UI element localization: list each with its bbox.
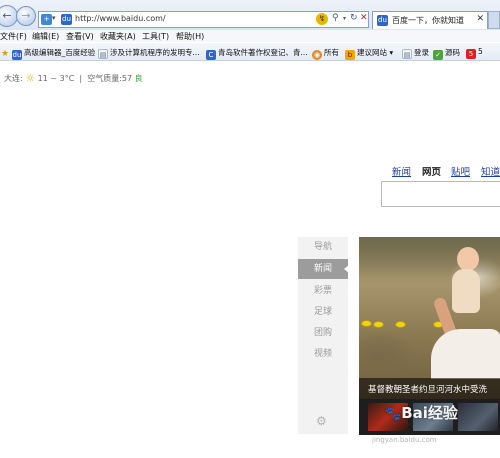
side-item-groupbuy[interactable]: 团购 bbox=[298, 323, 348, 343]
refresh-icon[interactable]: ↻ bbox=[350, 13, 358, 23]
new-tab-button[interactable] bbox=[488, 11, 500, 29]
favorite-label: 5 bbox=[478, 47, 483, 56]
side-item-nav[interactable]: 导航 bbox=[298, 237, 348, 257]
menu-bar: 文件(F) 编辑(E) 查看(V) 收藏夹(A) 工具(T) 帮助(H) bbox=[0, 30, 500, 42]
baidu-jingyan-watermark: 🐾Bai经验 bbox=[385, 402, 458, 423]
watermark-url: jingyan.baidu.com bbox=[372, 436, 437, 444]
baidu-favicon-icon: du bbox=[12, 50, 22, 60]
bing-icon: b bbox=[345, 50, 355, 60]
favorite-label: 所有 bbox=[324, 48, 339, 57]
weather-temp: 11 ~ 3°C bbox=[37, 74, 75, 83]
favorite-label: 源码 bbox=[445, 48, 460, 57]
security-icon[interactable]: + bbox=[41, 14, 52, 25]
child-figure bbox=[449, 247, 483, 327]
nav-web-link[interactable]: 网页 bbox=[422, 164, 441, 178]
aqi-level: 良 bbox=[134, 74, 143, 83]
nav-zhidao-link[interactable]: 知道 bbox=[481, 164, 500, 178]
favorite-link[interactable]: ✓ 源码 bbox=[433, 47, 460, 60]
check-icon: ✓ bbox=[433, 50, 443, 60]
favorite-link[interactable]: C 青岛软件著作权登记、青... bbox=[206, 47, 308, 60]
favorite-link[interactable]: 55 bbox=[466, 47, 483, 59]
active-arrow-icon bbox=[344, 265, 349, 273]
favorite-label: 涉及计算机程序的发明专... bbox=[110, 48, 200, 57]
buoy bbox=[373, 321, 384, 328]
back-arrow-icon: ← bbox=[2, 9, 12, 22]
favorite-link[interactable]: ▤ 涉及计算机程序的发明专... bbox=[98, 47, 200, 59]
aqi-label: 空气质量:57 bbox=[87, 74, 133, 83]
menu-file[interactable]: 文件(F) bbox=[0, 31, 27, 42]
side-item-lottery[interactable]: 彩票 bbox=[298, 281, 348, 301]
menu-favorites[interactable]: 收藏夹(A) bbox=[100, 31, 136, 42]
sun-icon: ☼ bbox=[25, 72, 36, 85]
page-icon: ▤ bbox=[98, 49, 108, 59]
forward-arrow-icon: → bbox=[21, 9, 31, 22]
chevron-down-icon[interactable]: ▾ bbox=[343, 15, 346, 22]
caption-bar: 基督教朝圣者约旦河河水中受洗 bbox=[359, 378, 500, 399]
favorites-star-button[interactable]: ★ bbox=[0, 47, 12, 59]
side-item-video[interactable]: 视频 bbox=[298, 344, 348, 364]
buoy bbox=[395, 321, 406, 328]
browser-tab[interactable]: du 百度一下，你就知道 ✕ bbox=[372, 11, 488, 29]
favorites-star-icon: ★ bbox=[0, 49, 10, 59]
url-text[interactable]: http://www.baidu.com/ bbox=[75, 14, 166, 23]
site-favicon-icon: du bbox=[61, 14, 72, 25]
five-icon: 5 bbox=[466, 49, 476, 59]
url-box[interactable]: + ▾ du http://www.baidu.com/ ↯ ⚲ ▾ ↻ ✕ bbox=[38, 11, 369, 28]
menu-help[interactable]: 帮助(H) bbox=[176, 31, 204, 42]
site-favicon-icon: C bbox=[206, 50, 216, 60]
search-icon[interactable]: ⚲ bbox=[332, 13, 339, 23]
child-head bbox=[457, 247, 479, 271]
menu-view[interactable]: 查看(V) bbox=[66, 31, 94, 42]
gear-icon[interactable]: ⚙ bbox=[316, 414, 327, 428]
page-icon: ▤ bbox=[402, 49, 412, 59]
side-item-football[interactable]: 足球 bbox=[298, 302, 348, 322]
favorite-link[interactable]: ▤ 登录 bbox=[402, 47, 429, 59]
favorite-link[interactable]: du 高级编辑器_百度经验 bbox=[12, 47, 96, 60]
compatibility-view-icon[interactable]: ↯ bbox=[316, 13, 328, 25]
weather-widget[interactable]: 大连: ☼ 11 ~ 3°C | 空气质量:57 良 bbox=[4, 72, 143, 85]
favorite-label: 高级编辑器_百度经验 bbox=[24, 48, 96, 57]
buoy bbox=[361, 320, 372, 327]
close-icon[interactable]: ✕ bbox=[476, 14, 484, 24]
nav-tieba-link[interactable]: 贴吧 bbox=[451, 164, 470, 178]
search-input[interactable] bbox=[381, 181, 500, 207]
favorites-bar: ★ du 高级编辑器_百度经验 ▤ 涉及计算机程序的发明专... C 青岛软件著作权登… bbox=[0, 43, 500, 61]
suggested-sites-button[interactable]: b 建议网站 ▾ bbox=[345, 47, 394, 60]
weather-city: 大连: bbox=[4, 74, 23, 83]
side-item-label: 新闻 bbox=[313, 264, 332, 274]
child-body bbox=[452, 269, 480, 313]
adult-figure bbox=[431, 329, 500, 379]
weather-separator: | bbox=[79, 74, 83, 83]
nav-news-link[interactable]: 新闻 bbox=[392, 164, 411, 178]
forward-button[interactable]: → bbox=[16, 6, 36, 26]
favorite-link[interactable]: ◉ 所有 bbox=[312, 47, 339, 60]
menu-tools[interactable]: 工具(T) bbox=[142, 31, 169, 42]
paw-icon: 🐾 bbox=[385, 407, 402, 422]
all-sites-icon: ◉ bbox=[312, 50, 322, 60]
stop-icon[interactable]: ✕ bbox=[360, 13, 368, 23]
side-item-news[interactable]: 新闻 bbox=[298, 259, 349, 279]
menu-edit[interactable]: 编辑(E) bbox=[32, 31, 59, 42]
favorite-label: 登录 bbox=[414, 48, 429, 57]
favorite-label: 建议网站 ▾ bbox=[357, 48, 394, 57]
side-nav: 导航 新闻 彩票 足球 团购 视频 ⚙ bbox=[298, 237, 349, 434]
watermark-text: Bai经验 bbox=[401, 404, 458, 422]
favorite-label: 青岛软件著作权登记、青... bbox=[218, 48, 308, 57]
tab-favicon-icon: du bbox=[377, 15, 388, 26]
address-bar: ← → + ▾ du http://www.baidu.com/ ↯ ⚲ ▾ ↻… bbox=[0, 0, 500, 30]
news-caption[interactable]: 基督教朝圣者约旦河河水中受洗 bbox=[368, 383, 487, 395]
thumbnail[interactable] bbox=[458, 403, 498, 431]
news-photo[interactable]: 基督教朝圣者约旦河河水中受洗 bbox=[359, 237, 500, 399]
chevron-down-icon[interactable]: ▾ bbox=[52, 14, 56, 22]
tab-title: 百度一下，你就知道 bbox=[392, 16, 464, 25]
